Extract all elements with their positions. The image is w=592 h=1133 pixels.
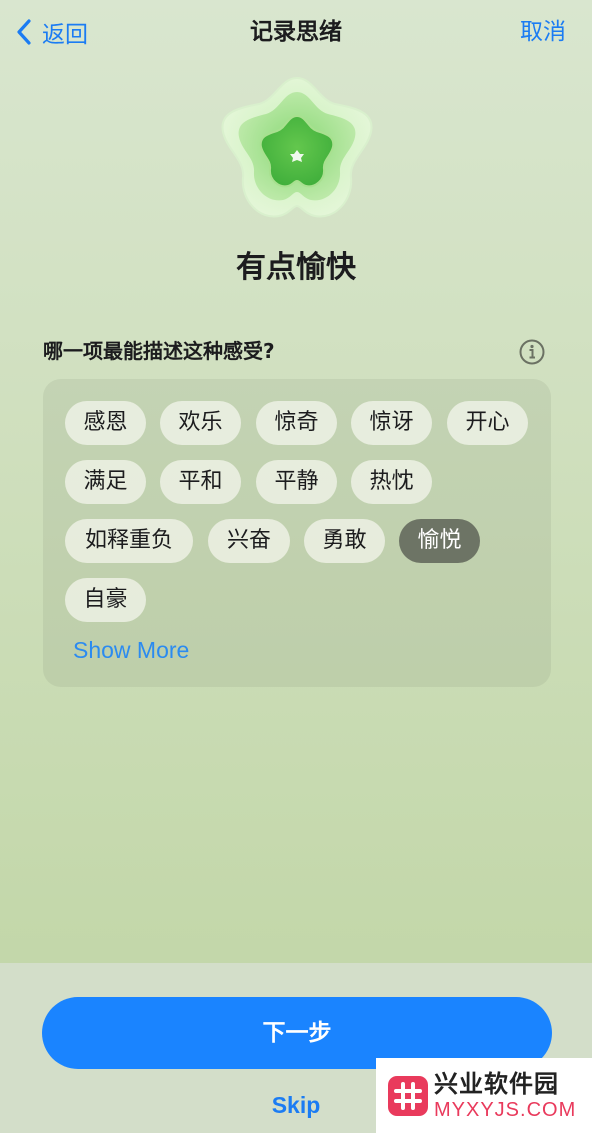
feeling-chip-happy[interactable]: 开心 xyxy=(447,401,528,445)
info-circle-icon[interactable] xyxy=(518,338,546,366)
feeling-chip-proud[interactable]: 自豪 xyxy=(65,578,146,622)
feeling-chip-joy[interactable]: 欢乐 xyxy=(160,401,241,445)
feeling-chip-calm[interactable]: 平静 xyxy=(256,460,337,504)
watermark: 兴业软件园 MYXYJS.COM xyxy=(376,1058,592,1133)
flower-icon xyxy=(221,76,373,218)
navigation-bar: 返回 记录思绪 取消 xyxy=(0,0,592,64)
feeling-chip-excited[interactable]: 兴奋 xyxy=(208,519,290,563)
feeling-chip-amazed[interactable]: 惊奇 xyxy=(256,401,337,445)
mood-title: 有点愉快 xyxy=(236,250,356,285)
feeling-chip-brave[interactable]: 勇敢 xyxy=(304,519,385,563)
feeling-chip-surprised[interactable]: 惊讶 xyxy=(351,401,432,445)
cancel-button[interactable]: 取消 xyxy=(520,14,566,50)
question-label: 哪一项最能描述这种感受? xyxy=(43,339,275,363)
feeling-chip-peaceful[interactable]: 平和 xyxy=(160,460,241,504)
feeling-chip-pleased[interactable]: 愉悦 xyxy=(399,519,480,563)
watermark-logo xyxy=(388,1076,428,1116)
show-more-link[interactable]: Show More xyxy=(73,635,189,665)
feelings-card: 感恩 欢乐 惊奇 惊讶 开心 满足 平和 平静 热忱 如释重负 兴奋 勇敢 愉悦… xyxy=(43,379,551,687)
page-title: 记录思绪 xyxy=(250,19,342,45)
hash-icon xyxy=(394,1082,422,1110)
feeling-chip-passionate[interactable]: 热忱 xyxy=(351,460,432,504)
feeling-chip-gratitude[interactable]: 感恩 xyxy=(65,401,146,445)
watermark-name: 兴业软件园 xyxy=(434,1070,559,1098)
watermark-url: MYXYJS.COM xyxy=(434,1099,577,1121)
feeling-chip-relieved[interactable]: 如释重负 xyxy=(65,519,193,563)
feeling-chip-content[interactable]: 满足 xyxy=(65,460,146,504)
